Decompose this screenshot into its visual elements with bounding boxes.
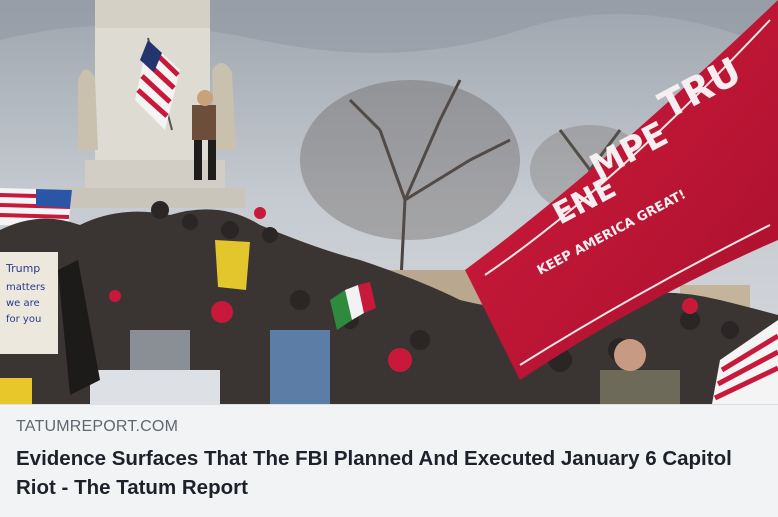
svg-text:matters: matters	[6, 282, 45, 293]
source-domain: TATUMREPORT.COM	[16, 418, 179, 435]
svg-text:Trump: Trump	[5, 262, 40, 275]
article-photo[interactable]: Trump matters we are for you TRU MPE ENE…	[0, 0, 778, 404]
svg-text:we are: we are	[6, 298, 40, 309]
handwritten-sign: Trump matters we are for you	[0, 252, 58, 354]
link-preview-card[interactable]: Trump matters we are for you TRU MPE ENE…	[0, 0, 778, 517]
crowd-photo-illustration: Trump matters we are for you TRU MPE ENE…	[0, 0, 778, 404]
article-headline[interactable]: Evidence Surfaces That The FBI Planned A…	[16, 444, 762, 502]
blue-jacket	[270, 330, 330, 404]
svg-text:for you: for you	[6, 314, 41, 325]
gadsden-flag	[215, 240, 250, 290]
link-preview-meta[interactable]: TATUMREPORT.COM Evidence Surfaces That T…	[0, 404, 778, 517]
